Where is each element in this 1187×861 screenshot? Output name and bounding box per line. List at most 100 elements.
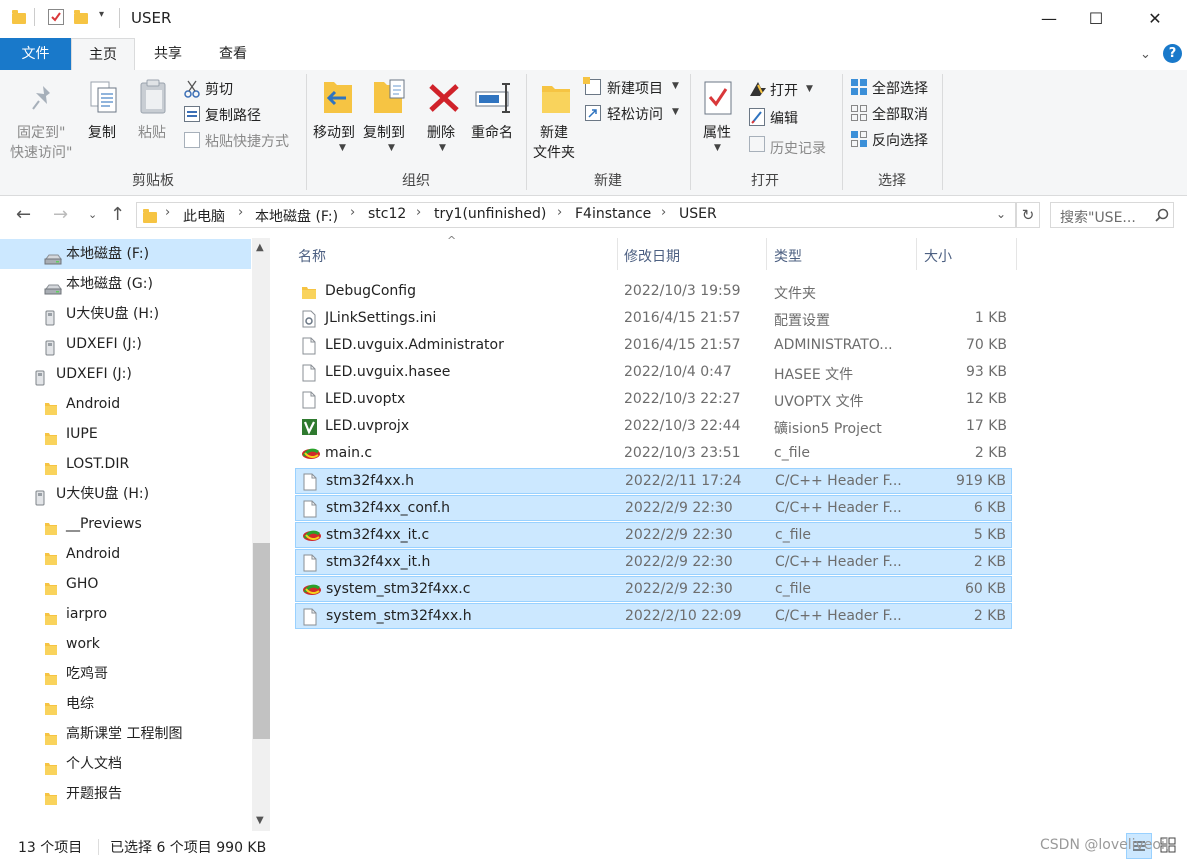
nav-item[interactable]: 开题报告 [0,779,251,809]
nav-item-label: 本地磁盘 (F:) [66,246,150,262]
open-button[interactable]: 打开 [770,80,798,100]
paste-shortcut-button[interactable]: 粘贴快捷方式 [205,131,289,151]
address-dropdown-button[interactable]: ⌄ [996,207,1006,221]
tab-file[interactable]: 文件 [0,38,71,70]
file-date: 2022/2/9 22:30 [625,500,733,516]
tab-share[interactable]: 共享 [140,38,196,70]
copy-path-button[interactable]: 复制路径 [205,105,261,125]
nav-item[interactable]: IUPE [0,419,251,449]
nav-item-label: LOST.DIR [66,456,130,472]
invert-selection-button[interactable]: 反向选择 [872,130,928,150]
file-row[interactable]: LED.uvoptx 2022/10/3 22:27 UVOPTX 文件 12 KB [295,387,1012,413]
nav-item[interactable]: U大侠U盘 (H:) [0,479,251,509]
scroll-down-icon[interactable]: ▼ [256,815,264,826]
properties-button[interactable]: 属性 [703,122,731,142]
file-row[interactable]: LED.uvguix.hasee 2022/10/4 0:47 HASEE 文件 93… [295,360,1012,386]
refresh-button[interactable]: ↻ [1016,202,1040,228]
copy-to-button[interactable]: 复制到 [363,122,405,142]
nav-item[interactable]: Android [0,389,251,419]
column-divider[interactable] [1016,238,1017,270]
nav-item-label: iarpro [66,606,108,622]
tab-home[interactable]: 主页 [71,38,135,70]
breadcrumb-drive[interactable]: 本地磁盘 (F:) [255,206,338,226]
column-divider[interactable] [766,238,767,270]
nav-item[interactable]: work [0,629,251,659]
nav-item[interactable]: UDXEFI (J:) [0,359,251,389]
move-to-button[interactable]: 移动到 [313,122,355,142]
nav-item[interactable]: iarpro [0,599,251,629]
nav-item[interactable]: U大侠U盘 (H:) [0,299,251,329]
nav-item[interactable]: 本地磁盘 (F:) [0,239,251,269]
breadcrumb-this-pc[interactable]: 此电脑 [183,206,225,226]
file-row[interactable]: main.c 2022/10/3 23:51 c_file 2 KB [295,441,1012,467]
nav-item[interactable]: 高斯课堂 工程制图 [0,719,251,749]
file-size: 2 KB [973,608,1006,624]
new-item-button[interactable]: 新建项目 [607,78,663,98]
nav-scrollbar[interactable]: ▲ ▼ [252,238,270,831]
group-divider [942,74,943,190]
nav-item[interactable]: 吃鸡哥 [0,659,251,689]
nav-item[interactable]: 本地磁盘 (G:) [0,269,251,299]
file-row[interactable]: stm32f4xx_it.h 2022/2/9 22:30 C/C++ Header… [295,549,1012,575]
watermark: CSDN @loveliveoil [1040,837,1169,853]
select-all-button[interactable]: 全部选择 [872,78,928,98]
edit-button[interactable]: 编辑 [770,108,798,128]
pin-quick-access-button[interactable]: 固定到" [17,122,65,142]
nav-item[interactable]: 个人文档 [0,749,251,779]
file-row[interactable]: DebugConfig 2022/10/3 19:59 文件夹 [295,279,1012,305]
file-row[interactable]: stm32f4xx.h 2022/2/11 17:24 C/C++ Header F… [295,468,1012,494]
nav-item[interactable]: Android [0,539,251,569]
collapse-ribbon-icon[interactable]: ⌄ [1140,47,1151,62]
column-header-size[interactable]: 大小 [924,246,952,266]
file-row[interactable]: stm32f4xx_it.c 2022/2/9 22:30 c_file 5 KB [295,522,1012,548]
file-row[interactable]: LED.uvprojx 2022/10/3 22:44 礦ision5 Projec… [295,414,1012,440]
maximize-button[interactable]: ☐ [1073,0,1119,38]
new-folder-label: 文件夹 [533,145,575,161]
column-divider[interactable] [617,238,618,270]
rename-button[interactable]: 重命名 [471,122,513,142]
forward-button[interactable]: → [53,204,68,225]
breadcrumb-f4instance[interactable]: F4instance [575,206,651,222]
tab-view[interactable]: 查看 [205,38,261,70]
breadcrumb-try1[interactable]: try1(unfinished) [434,206,546,222]
column-divider[interactable] [916,238,917,270]
file-row[interactable]: JLinkSettings.ini 2016/4/15 21:57 配置设置 1 KB [295,306,1012,332]
properties-icon[interactable] [48,9,64,25]
column-header-name[interactable]: 名称 [298,246,326,266]
file-row[interactable]: system_stm32f4xx.c 2022/2/9 22:30 c_file 60… [295,576,1012,602]
back-button[interactable]: ← [16,204,31,225]
up-button[interactable]: ↑ [110,204,125,225]
customize-toolbar-icon[interactable]: ▾ [99,9,104,20]
nav-item[interactable]: 电综 [0,689,251,719]
file-row[interactable]: system_stm32f4xx.h 2022/2/10 22:09 C/C++ H… [295,603,1012,629]
breadcrumb-user[interactable]: USER [679,206,717,222]
nav-scrollbar-thumb[interactable] [253,543,270,739]
minimize-button[interactable]: — [1026,0,1072,38]
help-icon[interactable]: ? [1163,44,1182,63]
column-header-type[interactable]: 类型 [774,246,802,266]
scroll-up-icon[interactable]: ▲ [256,242,264,253]
nav-item[interactable]: UDXEFI (J:) [0,329,251,359]
nav-item[interactable]: __Previews [0,509,251,539]
new-item-icon [583,77,601,95]
copy-button[interactable]: 复制 [88,122,116,142]
column-header-date[interactable]: 修改日期 [624,246,680,266]
easy-access-button[interactable]: 轻松访问 [607,104,663,124]
new-folder-button[interactable]: 新建 [540,122,568,142]
delete-button[interactable]: 删除 [427,122,455,142]
history-button[interactable]: 历史记录 [770,138,826,158]
nav-item[interactable]: LOST.DIR [0,449,251,479]
c-file-icon [301,445,320,463]
nav-item[interactable]: GHO [0,569,251,599]
select-none-button[interactable]: 全部取消 [872,104,928,124]
file-type: 礦ision5 Project [774,421,882,437]
file-row[interactable]: stm32f4xx_conf.h 2022/2/9 22:30 C/C++ Head… [295,495,1012,521]
cut-button[interactable]: 剪切 [205,79,233,99]
close-button[interactable]: ✕ [1132,0,1178,38]
file-row[interactable]: LED.uvguix.Administrator 2016/4/15 21:57 A… [295,333,1012,359]
recent-locations-button[interactable]: ⌄ [88,208,97,221]
paste-button[interactable]: 粘贴 [138,122,166,142]
search-input[interactable]: 搜索"USE... [1050,202,1174,228]
file-icon [301,337,317,355]
breadcrumb-stc12[interactable]: stc12 [368,206,406,222]
